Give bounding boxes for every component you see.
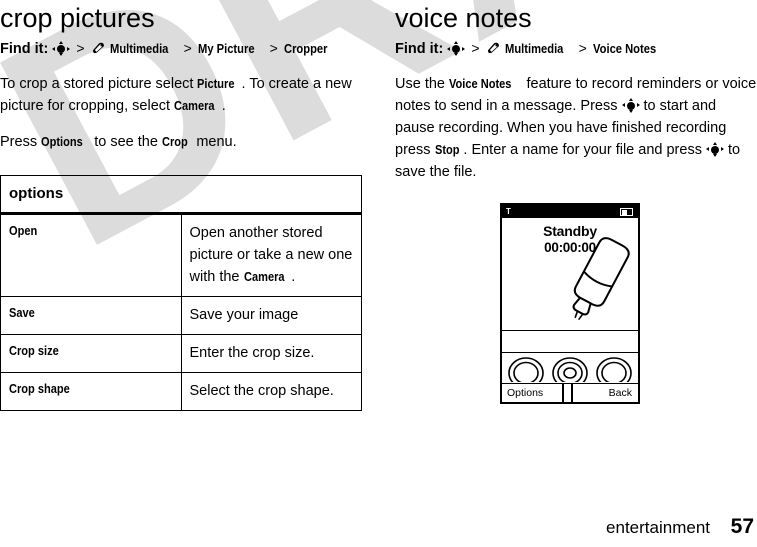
breadcrumb-separator-3: > [269,40,278,57]
paragraph-press-options: Press Options to see the Crop menu. [0,131,380,153]
breadcrumb-separator-1: > [76,40,85,57]
joystick-navigation-key-icon [447,41,466,57]
right-column: voice notes Find it: > Multimedia > Voic… [395,0,757,404]
signal-strength-icon: T [506,207,511,216]
emphasis-crop: Crop [161,133,188,149]
phone-status-bar: T [502,205,638,218]
left-column: crop pictures Find it: > Multimedia > My… [0,0,380,412]
text-segment: . Enter a name for your file and press [463,141,706,158]
joystick-navigation-key-icon [705,141,724,157]
phone-screen-blank-row [502,331,638,353]
breadcrumb-multimedia: Multimedia [504,41,564,57]
phone-screen: Standby 00:00:00 [502,218,638,331]
page-title-crop-pictures: crop pictures [0,3,155,33]
find-it-label: Find it: [0,41,49,58]
table-cell-value: Open another stored picture or take a ne… [180,212,362,297]
table-row: Crop size Enter the crop size. [0,333,362,373]
battery-icon [620,208,633,216]
footer-page-number: 57 [730,515,754,538]
option-name-open: Open [9,222,38,238]
table-cell-key: Open [0,212,182,297]
soft-key-divider-right [571,384,573,404]
table-cell-key: Crop size [0,333,182,373]
breadcrumb-my-picture: My Picture [197,41,255,57]
breadcrumb-separator-2: > [578,40,587,57]
table-cell-value: Enter the crop size. [180,333,362,373]
multimedia-icon [486,41,501,55]
paragraph-crop-stored-picture: To crop a stored picture select Picture.… [0,73,380,117]
phone-soft-key-labels: Options Back [502,384,638,404]
table-cell-value: Select the crop shape. [180,371,362,412]
table-header-row: options [0,174,362,215]
table-row: Open Open another stored picture or take… [0,212,362,297]
phone-key-row [502,353,638,384]
table-header-options: options [0,174,362,215]
table-cell-key: Save [0,295,182,335]
text-segment: To crop a stored picture select [0,75,198,92]
joystick-navigation-key-icon [52,41,71,57]
table-row: Save Save your image [0,295,362,335]
option-name-crop-size: Crop size [9,342,59,358]
left-soft-key-icon [508,357,544,382]
table-cell-value: Save your image [180,295,362,335]
multimedia-icon [91,41,106,55]
emphasis-options: Options [41,133,83,149]
breadcrumb-voice-notes: Voice Notes [592,41,656,57]
page-footer: entertainment 57 [0,509,757,539]
emphasis-camera: Camera [174,97,215,113]
center-select-key-icon [552,357,588,382]
text-segment: Use the [395,75,449,92]
breadcrumb-separator-1: > [471,40,480,57]
text-segment: . [221,97,226,114]
emphasis-picture: Picture [197,75,235,91]
emphasis-voice-notes: Voice Notes [449,75,512,91]
breadcrumb-cropper: Cropper [283,41,328,57]
options-table: options Open Open another stored picture… [0,174,362,412]
page-title-voice-notes: voice notes [395,3,532,33]
text-segment: menu. [192,133,237,150]
microphone-icon [558,236,636,330]
joystick-navigation-key-icon [621,97,640,113]
find-it-path-voice-notes: Find it: > Multimedia > Voice Notes [395,40,757,58]
table-cell-key: Crop shape [0,371,182,412]
emphasis-camera-table: Camera [243,268,285,284]
manual-page: crop pictures Find it: > Multimedia > My… [0,0,757,547]
breadcrumb-multimedia: Multimedia [109,41,169,57]
find-it-label: Find it: [395,41,444,58]
soft-key-divider-left [562,384,564,404]
table-row: Crop shape Select the crop shape. [0,371,362,412]
find-it-path-crop-pictures: Find it: > Multimedia > My Picture > Cro… [0,40,380,58]
option-desc-open-end: . [291,268,296,285]
phone-body: T Standby 00:00:00 Options Back [500,203,640,404]
soft-key-label-options[interactable]: Options [507,387,543,399]
option-name-save: Save [9,304,35,320]
phone-illustration: T Standby 00:00:00 Options Back [500,203,642,406]
soft-key-label-back[interactable]: Back [609,387,632,399]
breadcrumb-separator-2: > [183,40,192,57]
footer-section-name: entertainment [606,518,710,537]
emphasis-stop: Stop [434,141,460,157]
text-segment: Press [0,133,42,150]
text-segment: to see the [90,133,162,150]
right-soft-key-icon [596,357,632,382]
option-name-crop-shape: Crop shape [9,380,70,396]
paragraph-voice-notes-usage: Use the Voice Notes feature to record re… [395,73,757,183]
